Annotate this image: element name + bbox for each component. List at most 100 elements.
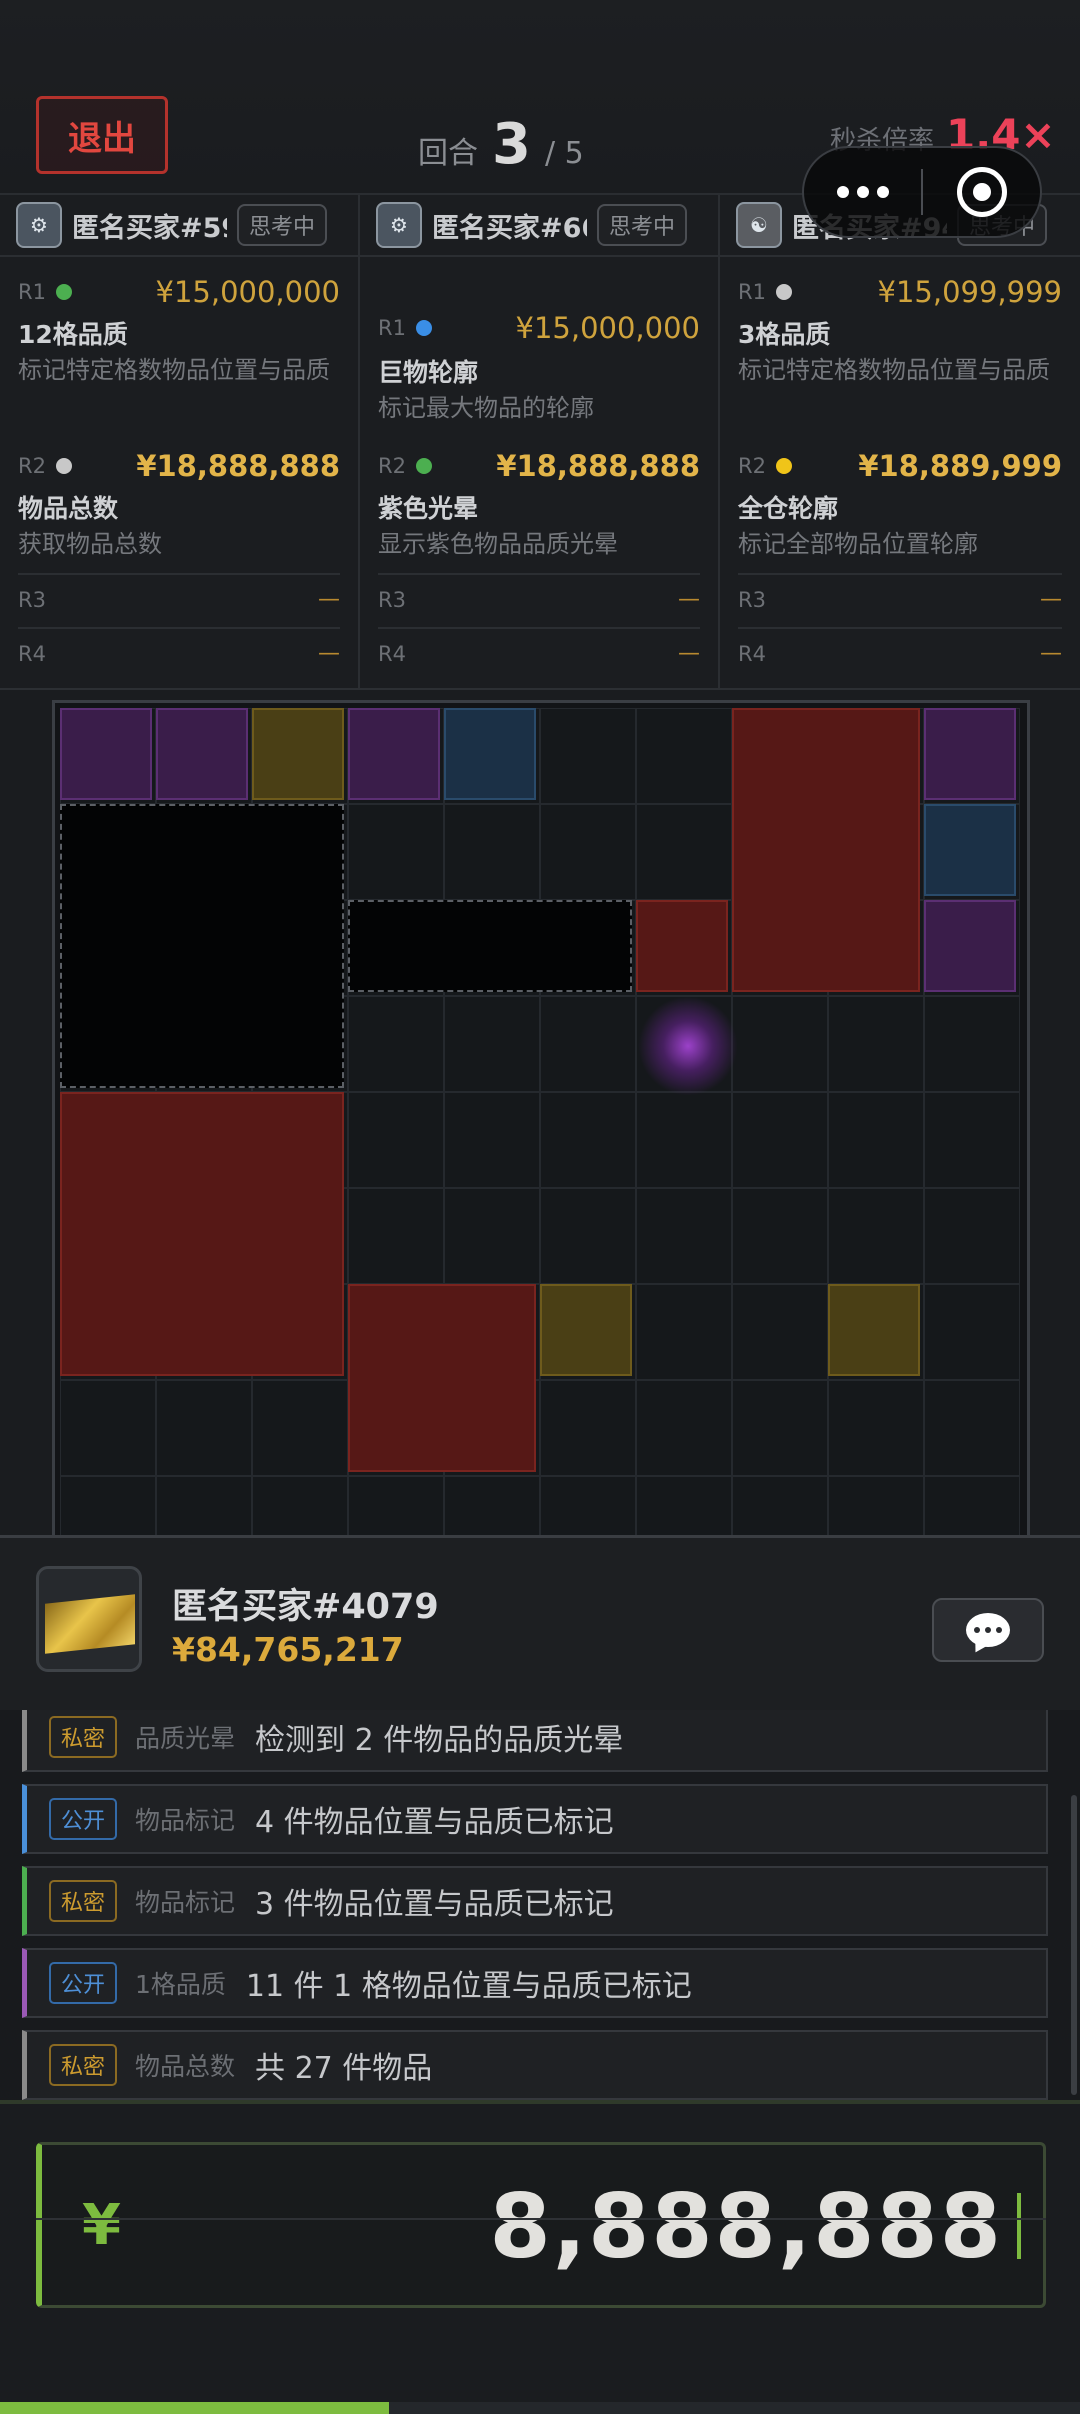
grid-cell [540,1188,636,1284]
item-yellow[interactable] [540,1284,632,1376]
bid-price: — [678,641,700,666]
grid-cell [924,996,1020,1092]
item-blue[interactable] [924,804,1016,896]
clue-desc: 标记特定格数物品位置与品质 [738,356,1050,384]
grid-cell [636,1380,732,1476]
item-blue[interactable] [444,708,536,800]
divider [738,573,1062,575]
bid-price: ¥15,000,000 [515,311,701,345]
grid-cell [732,1092,828,1188]
grid-cell [828,996,924,1092]
log-type: 品质光晕 [135,1724,236,1753]
warehouse-grid [52,700,1030,1535]
item-outline-unknown[interactable] [348,900,632,992]
round-label: R3 [738,587,766,612]
clue-desc: 标记最大物品的轮廓 [378,394,594,422]
bidder-header: ⚙ 匿名买家#595 思考中 [0,195,358,257]
bidder-name: 匿名买家#595 [72,212,227,244]
clue-title: 紫色光晕 [378,494,479,523]
chat-button[interactable] [932,1598,1044,1662]
clue-title: 巨物轮廓 [378,358,479,387]
bid-price: — [1040,641,1062,666]
bidder-panel: ⚙ 匿名买家#595 思考中 R1 ¥15,000,000 12格品质 标记特定… [0,195,1080,690]
grid-cell [540,1092,636,1188]
divider [36,2218,1046,2220]
bid-price: ¥18,889,999 [858,449,1062,483]
item-outline-unknown[interactable] [60,804,344,1088]
grid-cell [732,1476,828,1535]
log-tag: 私密 [49,2044,118,2086]
clue-title: 全仓轮廓 [738,494,839,523]
close-target-icon[interactable] [923,167,1040,217]
grid-cell [924,1476,1020,1535]
more-icon[interactable] [804,186,921,198]
grid-cell [636,1284,732,1380]
grid-cell [540,1476,636,1535]
grid-cell [924,1092,1020,1188]
bid-row-r4: R4 — [738,641,1062,666]
bidder-card: ⚙ 匿名买家#595 思考中 R1 ¥15,000,000 12格品质 标记特定… [0,195,360,688]
bid-area: ¥ 8,888,888 [0,2100,1080,2414]
item-purple[interactable] [60,708,152,800]
log-text: 11 件 1 格物品位置与品质已标记 [245,1969,692,2004]
grid-cell [636,1188,732,1284]
timer-progress [0,2402,1080,2414]
bid-row-r4: R4 — [18,641,340,666]
grid-cell [924,1380,1020,1476]
log-text: 4 件物品位置与品质已标记 [255,1805,614,1840]
log-type: 物品总数 [135,2052,236,2081]
grid-cell [540,996,636,1092]
divider [378,627,700,629]
bidder-name: 匿名买家#660 [432,212,587,244]
item-purple[interactable] [348,708,440,800]
grid-cell [924,1284,1020,1380]
item-yellow[interactable] [828,1284,920,1376]
bid-row-r2: R2 ¥18,888,888 [18,449,340,483]
item-red[interactable] [636,900,728,992]
grid-cell [540,1380,636,1476]
grid-cell [732,1380,828,1476]
divider [738,627,1062,629]
bid-row-r4: R4 — [378,641,700,666]
round-label: R4 [18,641,46,666]
grid-cell [828,1092,924,1188]
grid-cell [348,804,444,900]
item-yellow[interactable] [252,708,344,800]
grid-cell [60,1380,156,1476]
grid-cell [444,996,540,1092]
log-tag: 公开 [49,1798,118,1840]
item-purple[interactable] [924,708,1016,800]
round-label: R1 [738,280,792,304]
item-red[interactable] [732,708,920,992]
miniprogram-capsule [802,146,1042,238]
bid-price: — [318,587,340,612]
item-red[interactable] [348,1284,536,1472]
grid-cell [348,1092,444,1188]
clue-title: 12格品质 [18,320,128,349]
round-indicator: 回合 3 / 5 [418,112,584,177]
exit-button[interactable]: 退出 [36,96,168,174]
round-label: R2 [378,454,432,478]
bid-value: 8,888,888 [489,2175,1003,2278]
log-entry: 私密 物品总数 共 27 件物品 [22,2030,1048,2100]
grid-cell [252,1380,348,1476]
log-scrollbar[interactable] [1071,1795,1077,2095]
bid-input[interactable]: ¥ 8,888,888 [36,2142,1046,2308]
divider [18,627,340,629]
log-entry: 私密 品质光晕 检测到 2 件物品的品质光晕 [22,1710,1048,1772]
grid-cell [444,1476,540,1535]
grid-cell [828,1476,924,1535]
bid-price: ¥18,888,888 [496,449,700,483]
round-label: R1 [378,316,432,340]
chat-bubble-icon [966,1613,1010,1647]
item-purple[interactable] [156,708,248,800]
bidder-avatar: ⚙ [16,202,62,248]
bid-row-r2: R2 ¥18,889,999 [738,449,1062,483]
bidder-header: ⚙ 匿名买家#660 思考中 [360,195,718,257]
log-tag: 私密 [49,1716,118,1758]
round-label: R3 [18,587,46,612]
item-purple[interactable] [924,900,1016,992]
item-red[interactable] [60,1092,344,1376]
bid-price: ¥15,000,000 [155,275,341,309]
bidder-status-badge: 思考中 [597,204,688,246]
